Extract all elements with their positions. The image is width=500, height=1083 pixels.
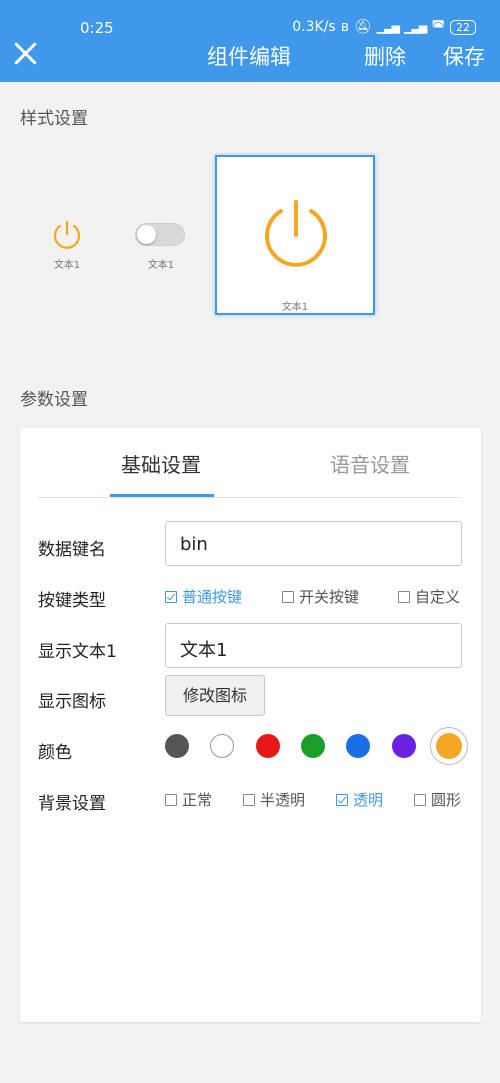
- display-text-input[interactable]: 文本1: [165, 623, 462, 668]
- close-icon[interactable]: [12, 40, 38, 66]
- color-label: 颜色: [38, 743, 72, 763]
- color-swatch-blue[interactable]: [346, 734, 370, 758]
- option-label: 透明: [353, 791, 384, 809]
- bg-option-transparent[interactable]: 透明: [336, 789, 383, 810]
- key-type-switch[interactable]: 开关按键: [282, 586, 359, 607]
- checkbox-icon: [282, 590, 294, 603]
- checkbox-icon: [336, 793, 348, 806]
- tab-bar: 基础设置 语音设置: [38, 428, 462, 498]
- color-swatch-green[interactable]: [301, 734, 325, 758]
- data-key-label: 数据键名: [38, 540, 106, 560]
- key-type-label: 按键类型: [38, 591, 106, 611]
- network-speed: 0.3K/s: [292, 19, 336, 35]
- option-label: 普通按键: [182, 588, 243, 606]
- bg-option-normal[interactable]: 正常: [165, 789, 212, 810]
- color-swatch-purple[interactable]: [392, 734, 416, 758]
- option-label: 正常: [182, 791, 213, 809]
- tab-voice-settings[interactable]: 语音设置: [330, 449, 410, 478]
- display-icon-label: 显示图标: [38, 692, 106, 712]
- data-key-input[interactable]: bin: [165, 521, 462, 566]
- selected-color-fill: [436, 733, 462, 759]
- background-label: 背景设置: [38, 794, 106, 814]
- style-section-label: 样式设置: [20, 109, 88, 129]
- option-label: 自定义: [415, 588, 461, 606]
- color-swatch-red[interactable]: [256, 734, 280, 758]
- preview-label: 文本1: [147, 260, 175, 271]
- color-swatch-gray[interactable]: [165, 734, 189, 758]
- wifi-icon: ◚: [431, 19, 445, 35]
- battery-icon: 22: [450, 19, 476, 35]
- preview-label: 文本1: [281, 302, 309, 313]
- color-swatch-white[interactable]: [210, 734, 234, 758]
- status-icons: 0.3K/s ʙ 🔕︎ ▁▃▅ ▁▃▅ ◚ 22: [292, 19, 476, 35]
- save-button[interactable]: 保存: [443, 41, 485, 71]
- settings-card: 基础设置 语音设置 数据键名 bin 按键类型 普通按键 开关按键 自定义 显示…: [20, 428, 481, 1022]
- signal-icon-2: ▁▃▅: [404, 20, 427, 34]
- status-time: 0:25: [80, 19, 114, 37]
- status-bar: 0:25 0.3K/s ʙ 🔕︎ ▁▃▅ ▁▃▅ ◚ 22: [0, 0, 500, 37]
- delete-button[interactable]: 删除: [364, 41, 406, 71]
- checkbox-icon: [398, 590, 410, 603]
- page-title: 组件编辑: [207, 45, 291, 69]
- power-icon: [53, 220, 81, 249]
- preview-label: 文本1: [53, 260, 81, 271]
- key-type-custom[interactable]: 自定义: [398, 586, 460, 607]
- toggle-switch: [135, 223, 185, 246]
- preview-selected-power[interactable]: 文本1: [215, 155, 375, 315]
- tab-basic-settings[interactable]: 基础设置: [121, 449, 201, 478]
- preview-power-button[interactable]: 文本1: [48, 218, 86, 271]
- app-bar: 0:25 0.3K/s ʙ 🔕︎ ▁▃▅ ▁▃▅ ◚ 22 组件编辑 删除 保存: [0, 0, 500, 82]
- option-label: 圆形: [431, 791, 462, 809]
- power-icon-large: [265, 200, 327, 267]
- key-type-normal[interactable]: 普通按键: [165, 586, 242, 607]
- bg-option-semi-transparent[interactable]: 半透明: [243, 789, 305, 810]
- mute-icon: 🔕︎: [353, 19, 372, 35]
- change-icon-button[interactable]: 修改图标: [165, 675, 265, 716]
- checkbox-icon: [165, 793, 177, 806]
- color-swatch-orange-selected[interactable]: [430, 727, 468, 765]
- checkbox-icon: [165, 590, 177, 603]
- preview-switch[interactable]: 文本1: [135, 223, 187, 271]
- signal-icon: ▁▃▅: [376, 20, 400, 34]
- bluetooth-icon: ʙ: [340, 19, 349, 35]
- option-label: 半透明: [260, 791, 306, 809]
- active-tab-indicator: [110, 494, 214, 497]
- bg-option-circle[interactable]: 圆形: [414, 789, 461, 810]
- param-section-label: 参数设置: [20, 390, 88, 410]
- checkbox-icon: [414, 793, 426, 806]
- option-label: 开关按键: [299, 588, 360, 606]
- checkbox-icon: [243, 793, 255, 806]
- display-text-label: 显示文本1: [38, 642, 117, 662]
